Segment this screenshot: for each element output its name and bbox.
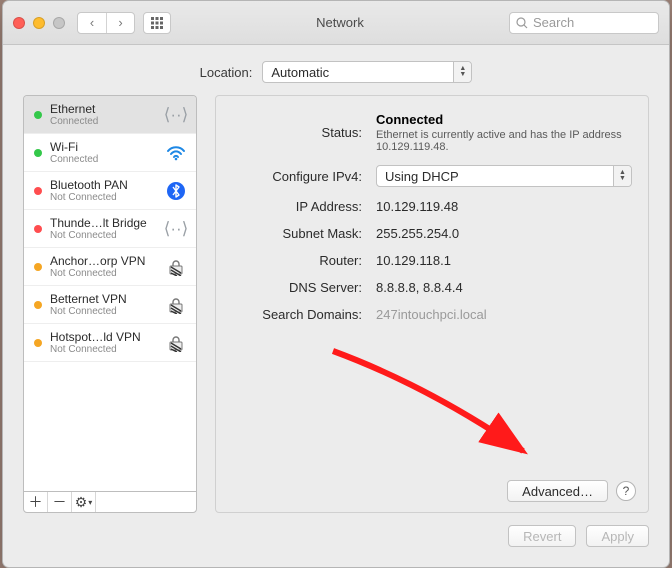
dns-server-label: DNS Server: <box>232 280 362 295</box>
gear-icon: ⚙ <box>75 494 88 511</box>
interface-status: Not Connected <box>50 230 156 241</box>
chevron-up-down-icon: ▲▼ <box>453 62 471 82</box>
interface-status: Connected <box>50 116 156 127</box>
nav-back-forward: ‹ › <box>77 12 135 34</box>
window-title: Network <box>171 15 509 30</box>
sidebar-footer-spacer <box>96 492 196 512</box>
ip-address-value: 10.129.119.48 <box>376 199 632 214</box>
configure-ipv4-value: Using DHCP <box>385 169 459 184</box>
interface-name: Bluetooth PAN <box>50 178 156 192</box>
status-label: Status: <box>232 125 362 140</box>
revert-button[interactable]: Revert <box>508 525 576 547</box>
lock-icon <box>164 258 188 276</box>
nav-back-button[interactable]: ‹ <box>78 13 106 33</box>
status-value: Connected <box>376 112 443 127</box>
interface-status: Not Connected <box>50 268 156 279</box>
remove-interface-button[interactable]: － <box>48 492 72 512</box>
network-prefs-window: ‹ › Network Search Location: Automatic ▲… <box>2 0 670 568</box>
interface-name: Betternet VPN <box>50 292 156 306</box>
show-all-prefs-button[interactable] <box>143 12 171 34</box>
interface-item-anchor-vpn[interactable]: Anchor…orp VPN Not Connected <box>24 248 196 286</box>
status-dot-icon <box>34 263 42 271</box>
bottom-buttons: Revert Apply <box>3 513 669 547</box>
search-input[interactable]: Search <box>509 12 659 34</box>
configure-ipv4-select[interactable]: Using DHCP ▲▼ <box>376 165 632 187</box>
status-dot-icon <box>34 149 42 157</box>
interfaces-sidebar: Ethernet Connected ⟨··⟩ Wi-Fi Connected <box>23 95 197 513</box>
interface-item-betternet-vpn[interactable]: Betternet VPN Not Connected <box>24 286 196 324</box>
apply-button[interactable]: Apply <box>586 525 649 547</box>
search-icon <box>516 17 528 29</box>
interface-item-bluetooth-pan[interactable]: Bluetooth PAN Not Connected <box>24 172 196 210</box>
status-dot-icon <box>34 187 42 195</box>
lock-icon <box>164 296 188 314</box>
router-value: 10.129.118.1 <box>376 253 632 268</box>
interface-name: Ethernet <box>50 102 156 116</box>
status-dot-icon <box>34 225 42 233</box>
add-interface-button[interactable]: ＋ <box>24 492 48 512</box>
ethernet-icon: ⟨··⟩ <box>164 219 188 239</box>
interface-status: Not Connected <box>50 192 156 203</box>
location-select[interactable]: Automatic ▲▼ <box>262 61 472 83</box>
wifi-icon <box>164 145 188 161</box>
status-description: Ethernet is currently active and has the… <box>376 129 632 153</box>
ethernet-icon: ⟨··⟩ <box>164 105 188 125</box>
status-dot-icon <box>34 339 42 347</box>
window-controls <box>13 17 65 29</box>
interfaces-list: Ethernet Connected ⟨··⟩ Wi-Fi Connected <box>23 95 197 491</box>
interface-name: Anchor…orp VPN <box>50 254 156 268</box>
interface-item-ethernet[interactable]: Ethernet Connected ⟨··⟩ <box>24 96 196 134</box>
bluetooth-icon <box>164 182 188 200</box>
interface-status: Not Connected <box>50 344 156 355</box>
ip-address-label: IP Address: <box>232 199 362 214</box>
search-domains-label: Search Domains: <box>232 307 362 322</box>
search-placeholder: Search <box>533 15 574 30</box>
main-area: Ethernet Connected ⟨··⟩ Wi-Fi Connected <box>3 95 669 513</box>
dns-server-value: 8.8.8.8, 8.8.4.4 <box>376 280 632 295</box>
minimize-window-button[interactable] <box>33 17 45 29</box>
router-label: Router: <box>232 253 362 268</box>
zoom-window-button[interactable] <box>53 17 65 29</box>
nav-forward-button[interactable]: › <box>106 13 134 33</box>
lock-icon <box>164 334 188 352</box>
grid-icon <box>150 16 164 30</box>
location-row: Location: Automatic ▲▼ <box>3 45 669 95</box>
interface-status: Connected <box>50 154 156 165</box>
titlebar: ‹ › Network Search <box>3 1 669 45</box>
configure-ipv4-label: Configure IPv4: <box>232 169 362 184</box>
interface-item-wifi[interactable]: Wi-Fi Connected <box>24 134 196 172</box>
status-dot-icon <box>34 111 42 119</box>
interface-name: Hotspot…ld VPN <box>50 330 156 344</box>
interface-status: Not Connected <box>50 306 156 317</box>
sidebar-footer: ＋ － ⚙▾ <box>23 491 197 513</box>
help-button[interactable]: ? <box>616 481 636 501</box>
advanced-button[interactable]: Advanced… <box>507 480 608 502</box>
interface-item-thunderbolt-bridge[interactable]: Thunde…lt Bridge Not Connected ⟨··⟩ <box>24 210 196 248</box>
close-window-button[interactable] <box>13 17 25 29</box>
interface-name: Thunde…lt Bridge <box>50 216 156 230</box>
status-dot-icon <box>34 301 42 309</box>
location-label: Location: <box>200 65 253 80</box>
chevron-up-down-icon: ▲▼ <box>613 166 631 186</box>
location-value: Automatic <box>271 65 329 80</box>
interface-name: Wi-Fi <box>50 140 156 154</box>
chevron-down-icon: ▾ <box>88 498 92 507</box>
subnet-mask-label: Subnet Mask: <box>232 226 362 241</box>
interface-item-hotspot-vpn[interactable]: Hotspot…ld VPN Not Connected <box>24 324 196 362</box>
search-domains-value: 247intouchpci.local <box>376 307 632 322</box>
subnet-mask-value: 255.255.254.0 <box>376 226 632 241</box>
interface-actions-menu[interactable]: ⚙▾ <box>72 492 96 512</box>
detail-panel: Status: Connected Ethernet is currently … <box>215 95 649 513</box>
